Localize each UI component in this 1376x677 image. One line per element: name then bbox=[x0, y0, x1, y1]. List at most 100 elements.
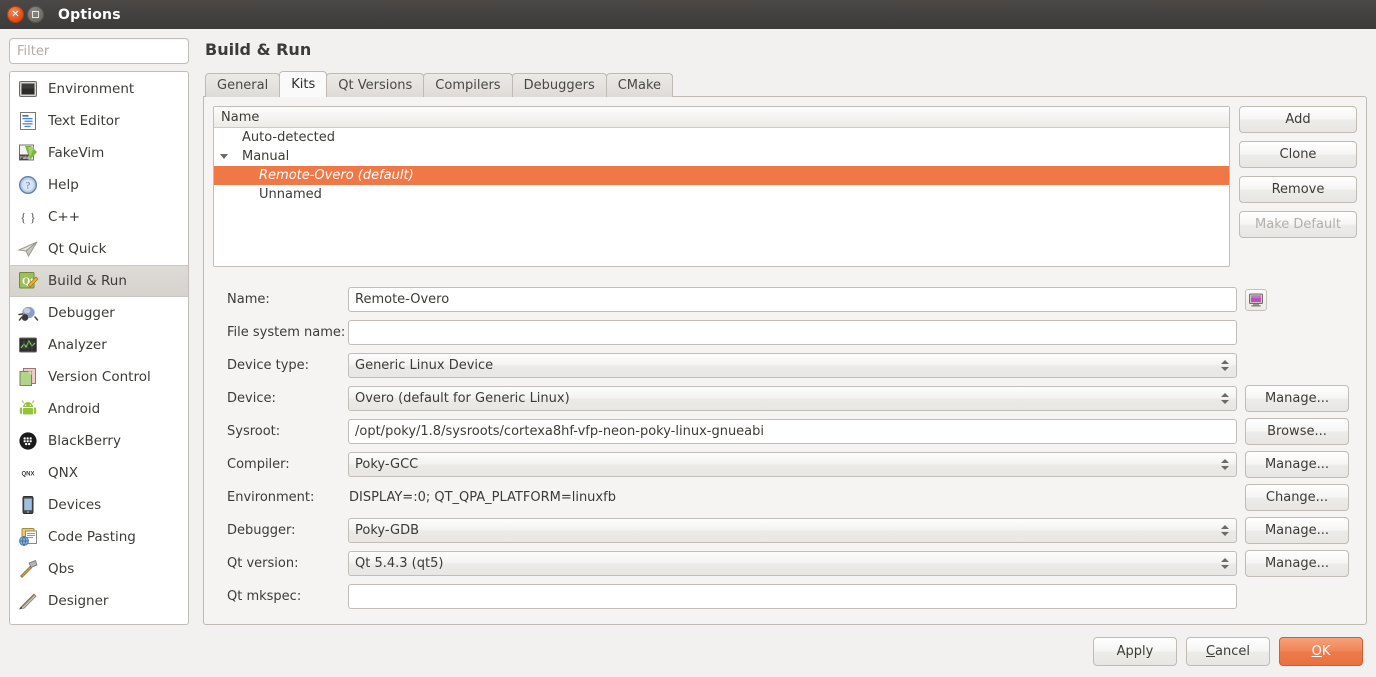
close-icon[interactable]: ✕ bbox=[7, 6, 24, 23]
qt-version-field-wrap: Qt 5.4.3 (qt5) bbox=[348, 551, 1245, 576]
category-list[interactable]: Environment Text Editor Fake FakeVim? Help { … bbox=[9, 71, 189, 625]
sysroot-field-wrap bbox=[348, 419, 1245, 444]
sidebar-item-qbs[interactable]: Qbs bbox=[10, 553, 188, 585]
sysroot-input[interactable] bbox=[348, 419, 1237, 444]
qtquick-icon bbox=[17, 238, 39, 260]
compiler-manage-cell: Manage... bbox=[1245, 451, 1357, 478]
qbs-icon bbox=[17, 558, 39, 580]
kits-tree[interactable]: Name Auto-detected Manual Remote-Overo (de… bbox=[213, 106, 1230, 267]
qt-version-label: Qt version: bbox=[227, 556, 299, 571]
cancel-button[interactable]: Cancel bbox=[1186, 636, 1270, 666]
analyzer-icon bbox=[17, 334, 39, 356]
debugger-select[interactable]: Poky-GDB bbox=[348, 518, 1237, 543]
debugger-manage-button[interactable]: Manage... bbox=[1245, 517, 1349, 544]
version-control-icon bbox=[17, 366, 39, 388]
qt-mkspec-input[interactable] bbox=[348, 584, 1237, 609]
sidebar-item-qnx[interactable]: QNX QNX bbox=[10, 457, 188, 489]
maximize-icon[interactable] bbox=[27, 6, 44, 23]
sidebar-item-build-run[interactable]: Qt Build & Run bbox=[10, 265, 188, 297]
sidebar-item-fakevim[interactable]: Fake FakeVim bbox=[10, 137, 188, 169]
qt-version-manage-button[interactable]: Manage... bbox=[1245, 550, 1349, 577]
tab-kits[interactable]: Kits bbox=[279, 71, 328, 97]
sidebar-item-help[interactable]: ? Help bbox=[10, 169, 188, 201]
debugger-field-wrap: Poky-GDB bbox=[348, 518, 1245, 543]
file-system-name-field-wrap bbox=[348, 320, 1245, 345]
sidebar-item-version-control[interactable]: Version Control bbox=[10, 361, 188, 393]
qt-version-select[interactable]: Qt 5.4.3 (qt5) bbox=[348, 551, 1237, 576]
remove-button[interactable]: Remove bbox=[1239, 176, 1357, 203]
debugger-value: Poky-GDB bbox=[355, 523, 420, 538]
device-type-label: Device type: bbox=[227, 358, 310, 373]
device-select[interactable]: Overo (default for Generic Linux) bbox=[348, 386, 1237, 411]
file-system-name-input[interactable] bbox=[348, 320, 1237, 345]
environment-change-button[interactable]: Change... bbox=[1245, 484, 1349, 511]
cpp-icon: { } bbox=[17, 206, 39, 228]
window-titlebar: ✕ Options bbox=[0, 0, 1376, 29]
sidebar-item-android[interactable]: Android bbox=[10, 393, 188, 425]
tab-compilers[interactable]: Compilers bbox=[423, 73, 513, 97]
kits-action-buttons: Add Clone Remove Make Default bbox=[1239, 106, 1357, 267]
sidebar-item-label: Version Control bbox=[48, 369, 151, 385]
apply-button[interactable]: Apply bbox=[1093, 636, 1177, 666]
name-input[interactable] bbox=[348, 287, 1237, 312]
kit-tree-row-label: Unnamed bbox=[259, 187, 322, 202]
device-label: Device: bbox=[227, 391, 276, 406]
sidebar-item-label: FakeVim bbox=[48, 145, 105, 161]
device-manage-button[interactable]: Manage... bbox=[1245, 385, 1349, 412]
sidebar-item-label: Debugger bbox=[48, 305, 115, 321]
debugger-manage-cell: Manage... bbox=[1245, 517, 1357, 544]
compiler-field-wrap: Poky-GCC bbox=[348, 452, 1245, 477]
debugger-icon bbox=[17, 302, 39, 324]
filter-input[interactable] bbox=[9, 38, 189, 64]
kits-tree-rows[interactable]: Auto-detected Manual Remote-Overo (default… bbox=[214, 128, 1229, 204]
kit-tree-row[interactable]: Manual bbox=[214, 147, 1229, 166]
page-title: Build & Run bbox=[205, 40, 312, 59]
sidebar-item-debugger[interactable]: Debugger bbox=[10, 297, 188, 329]
kit-tree-row-label: Auto-detected bbox=[242, 130, 335, 145]
kit-tree-row-label: Manual bbox=[242, 149, 290, 164]
sidebar-item-devices[interactable]: Devices bbox=[10, 489, 188, 521]
sidebar-item-analyzer[interactable]: Analyzer bbox=[10, 329, 188, 361]
kit-tree-row[interactable]: Unnamed bbox=[214, 185, 1229, 204]
sysroot-browse-button[interactable]: Browse... bbox=[1245, 418, 1349, 445]
sidebar-item-label: QNX bbox=[48, 465, 78, 481]
tab-cmake[interactable]: CMake bbox=[605, 73, 674, 97]
sidebar-item-code-pasting[interactable]: Code Pasting bbox=[10, 521, 188, 553]
designer-icon bbox=[17, 590, 39, 612]
sidebar-item-label: C++ bbox=[48, 209, 81, 225]
fakevim-icon: Fake bbox=[17, 142, 39, 164]
kits-column-header: Name bbox=[214, 107, 1229, 128]
sidebar-item-environment[interactable]: Environment bbox=[10, 73, 188, 105]
sidebar-item-text-editor[interactable]: Text Editor bbox=[10, 105, 188, 137]
sidebar-item-label: Designer bbox=[48, 593, 109, 609]
svg-text:?: ? bbox=[26, 182, 30, 192]
kit-tree-row[interactable]: Remote-Overo (default) bbox=[214, 166, 1229, 185]
compiler-select[interactable]: Poky-GCC bbox=[348, 452, 1237, 477]
device-type-select[interactable]: Generic Linux Device bbox=[348, 353, 1237, 378]
device-field-wrap: Overo (default for Generic Linux) bbox=[348, 386, 1245, 411]
compiler-manage-button[interactable]: Manage... bbox=[1245, 451, 1349, 478]
sidebar-item-c[interactable]: { } C++ bbox=[10, 201, 188, 233]
tab-debuggers[interactable]: Debuggers bbox=[511, 73, 607, 97]
sidebar-item-designer[interactable]: Designer bbox=[10, 585, 188, 617]
sidebar-item-blackberry[interactable]: BlackBerry bbox=[10, 425, 188, 457]
tab-general[interactable]: General bbox=[205, 73, 281, 97]
chevron-down-icon[interactable] bbox=[217, 154, 230, 159]
qt-version-manage-cell: Manage... bbox=[1245, 550, 1357, 577]
sidebar-item-qt-quick[interactable]: Qt Quick bbox=[10, 233, 188, 265]
dialog-button-bar: Apply Cancel OK bbox=[9, 625, 1367, 677]
clone-button[interactable]: Clone bbox=[1239, 141, 1357, 168]
tab-qt-versions[interactable]: Qt Versions bbox=[326, 73, 425, 97]
spinner-arrows-icon bbox=[1221, 519, 1229, 542]
add-button[interactable]: Add bbox=[1239, 106, 1357, 133]
name-field-wrap bbox=[348, 287, 1245, 312]
monitor-icon[interactable] bbox=[1245, 288, 1267, 311]
sidebar-item-label: Environment bbox=[48, 81, 135, 97]
qt-mkspec-field-wrap bbox=[348, 584, 1245, 609]
spinner-arrows-icon bbox=[1221, 453, 1229, 476]
svg-text:Fake: Fake bbox=[20, 155, 30, 160]
kit-tree-row[interactable]: Auto-detected bbox=[214, 128, 1229, 147]
ok-button[interactable]: OK bbox=[1279, 636, 1363, 666]
tab-bar[interactable]: General Kits Qt Versions Compilers Debuggers… bbox=[205, 71, 1367, 97]
compiler-value: Poky-GCC bbox=[355, 457, 419, 472]
